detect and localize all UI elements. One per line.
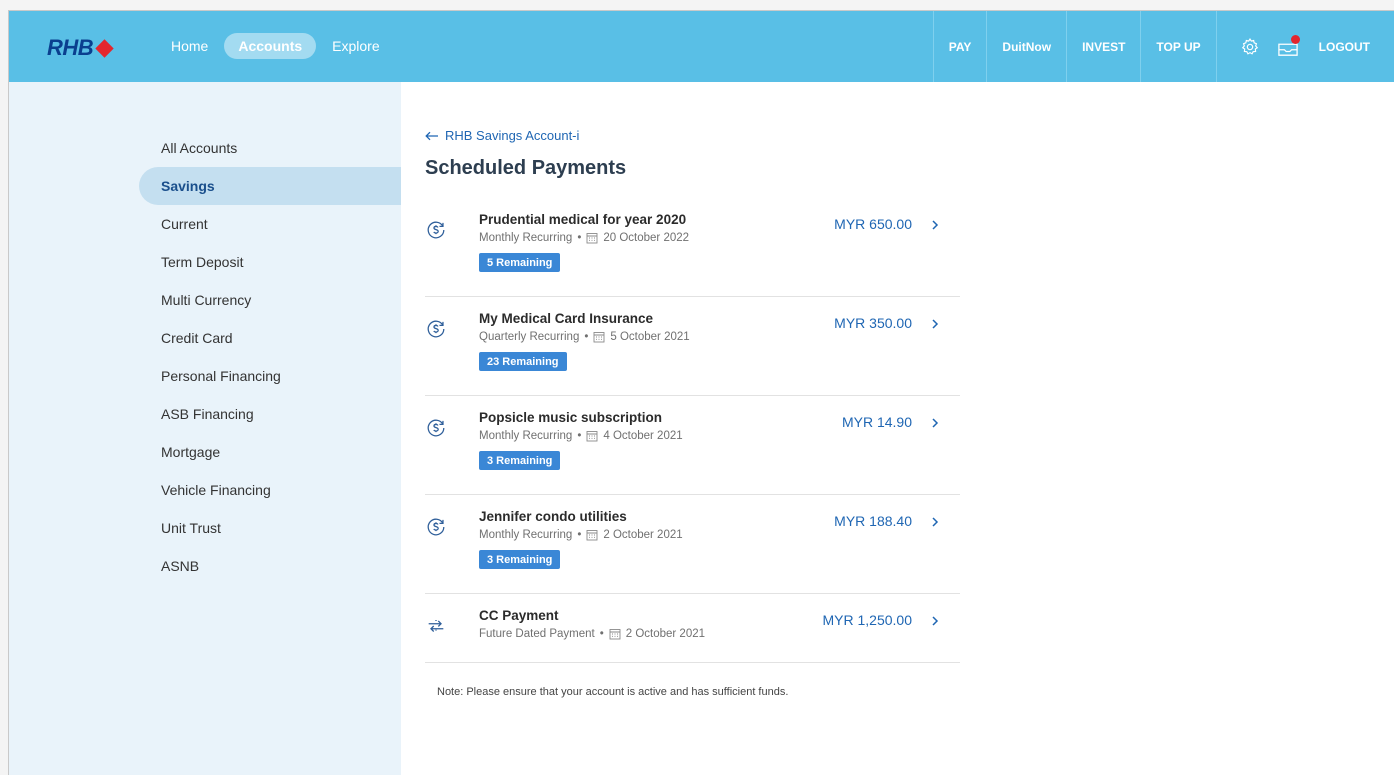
payment-amount: MYR 1,250.00 bbox=[822, 612, 913, 628]
main-nav: Home Accounts Explore bbox=[161, 33, 390, 59]
scheduled-payments-list: Prudential medical for year 2020 Monthly… bbox=[425, 198, 960, 663]
payment-title: Popsicle music subscription bbox=[479, 410, 663, 425]
sidebar-item-multi-currency[interactable]: Multi Currency bbox=[139, 281, 401, 319]
invest-button[interactable]: INVEST bbox=[1066, 11, 1140, 82]
payment-row[interactable]: My Medical Card Insurance Quarterly Recu… bbox=[425, 297, 960, 396]
payment-row[interactable]: Popsicle music subscription Monthly Recu… bbox=[425, 396, 960, 495]
sidebar-item-unit-trust[interactable]: Unit Trust bbox=[139, 509, 401, 547]
page-title: Scheduled Payments bbox=[425, 157, 627, 179]
transfer-icon bbox=[428, 620, 444, 632]
payment-date: 5 October 2021 bbox=[610, 331, 690, 343]
payment-date: 4 October 2021 bbox=[603, 430, 683, 442]
inbox-notification-icon[interactable] bbox=[1277, 34, 1300, 58]
payment-date: 2 October 2021 bbox=[603, 529, 683, 541]
payment-date: 20 October 2022 bbox=[603, 232, 690, 244]
top-up-button[interactable]: TOP UP bbox=[1140, 11, 1215, 82]
payment-title: Jennifer condo utilities bbox=[479, 509, 627, 524]
payment-title: CC Payment bbox=[479, 608, 559, 623]
accounts-sidebar: All Accounts Savings Current Term Deposi… bbox=[9, 82, 401, 775]
calendar-icon bbox=[586, 233, 598, 244]
sidebar-item-personal-financing[interactable]: Personal Financing bbox=[139, 357, 401, 395]
duitnow-button[interactable]: DuitNow bbox=[986, 11, 1066, 82]
sidebar-item-asnb[interactable]: ASNB bbox=[139, 547, 401, 585]
main-content: RHB Savings Account-i Scheduled Payments… bbox=[401, 82, 1394, 775]
settings-gear-icon[interactable] bbox=[1239, 36, 1261, 58]
meta-separator: • bbox=[577, 430, 582, 442]
nav-home[interactable]: Home bbox=[161, 33, 218, 59]
recurring-dollar-icon bbox=[427, 221, 445, 239]
meta-separator: • bbox=[577, 529, 582, 541]
sidebar-item-mortgage[interactable]: Mortgage bbox=[139, 433, 401, 471]
payment-frequency: Future Dated Payment bbox=[479, 628, 595, 640]
payment-row[interactable]: Jennifer condo utilities Monthly Recurri… bbox=[425, 495, 960, 594]
payment-meta: Future Dated Payment • 2 October 2021 bbox=[479, 628, 705, 640]
pay-button[interactable]: PAY bbox=[932, 11, 987, 82]
payment-meta: Monthly Recurring • 4 October 2021 bbox=[479, 430, 683, 442]
funds-note: Note: Please ensure that your account is… bbox=[437, 686, 789, 698]
nav-actions: PAY DuitNow INVEST TOP UP LOGOUT bbox=[932, 11, 1394, 82]
payment-meta: Monthly Recurring • 20 October 2022 bbox=[479, 232, 689, 244]
payment-row[interactable]: CC Payment Future Dated Payment • 2 Octo… bbox=[425, 594, 960, 663]
app-frame: RHB Home Accounts Explore PAY DuitNow IN… bbox=[8, 10, 1394, 775]
logo-text: RHB bbox=[47, 35, 94, 60]
payment-amount: MYR 650.00 bbox=[834, 216, 912, 232]
utility-icons bbox=[1215, 11, 1319, 82]
recurring-dollar-icon bbox=[427, 419, 445, 437]
sidebar-item-asb-financing[interactable]: ASB Financing bbox=[139, 395, 401, 433]
meta-separator: • bbox=[599, 628, 604, 640]
payment-date: 2 October 2021 bbox=[625, 628, 706, 640]
chevron-right-icon[interactable] bbox=[928, 414, 942, 432]
sidebar-item-savings[interactable]: Savings bbox=[139, 167, 401, 205]
top-navigation-bar: RHB Home Accounts Explore PAY DuitNow IN… bbox=[9, 11, 1394, 82]
logo-diamond-icon bbox=[95, 38, 114, 58]
calendar-icon bbox=[586, 530, 598, 541]
calendar-icon bbox=[593, 332, 605, 343]
payment-amount: MYR 188.40 bbox=[834, 513, 912, 529]
chevron-right-icon[interactable] bbox=[928, 513, 942, 531]
remaining-badge: 3 Remaining bbox=[479, 550, 561, 569]
back-link[interactable]: RHB Savings Account-i bbox=[425, 128, 579, 143]
nav-accounts[interactable]: Accounts bbox=[224, 33, 317, 59]
logout-button[interactable]: LOGOUT bbox=[1319, 11, 1394, 82]
back-link-label: RHB Savings Account-i bbox=[445, 128, 580, 143]
remaining-badge: 23 Remaining bbox=[479, 352, 567, 371]
payment-row[interactable]: Prudential medical for year 2020 Monthly… bbox=[425, 198, 960, 297]
sidebar-item-credit-card[interactable]: Credit Card bbox=[139, 319, 401, 357]
chevron-right-icon[interactable] bbox=[928, 612, 942, 630]
chevron-right-icon[interactable] bbox=[928, 216, 942, 234]
payment-title: My Medical Card Insurance bbox=[479, 311, 654, 326]
payment-frequency: Monthly Recurring bbox=[479, 232, 573, 244]
nav-explore[interactable]: Explore bbox=[322, 33, 389, 59]
payment-amount: MYR 350.00 bbox=[834, 315, 912, 331]
sidebar-item-all-accounts[interactable]: All Accounts bbox=[139, 129, 401, 167]
meta-separator: • bbox=[584, 331, 589, 343]
payment-meta: Monthly Recurring • 2 October 2021 bbox=[479, 529, 683, 541]
sidebar-list: All Accounts Savings Current Term Deposi… bbox=[139, 129, 401, 585]
sidebar-item-current[interactable]: Current bbox=[139, 205, 401, 243]
payment-title: Prudential medical for year 2020 bbox=[479, 212, 687, 227]
back-arrow-icon bbox=[425, 131, 438, 140]
calendar-icon bbox=[609, 629, 621, 640]
meta-separator: • bbox=[577, 232, 582, 244]
recurring-dollar-icon bbox=[427, 320, 445, 338]
recurring-dollar-icon bbox=[427, 518, 445, 536]
payment-frequency: Monthly Recurring bbox=[479, 529, 573, 541]
chevron-right-icon[interactable] bbox=[928, 315, 942, 333]
payment-frequency: Monthly Recurring bbox=[479, 430, 573, 442]
remaining-badge: 3 Remaining bbox=[479, 451, 561, 470]
payment-meta: Quarterly Recurring • 5 October 2021 bbox=[479, 331, 690, 343]
payment-amount: MYR 14.90 bbox=[841, 414, 912, 430]
sidebar-item-vehicle-financing[interactable]: Vehicle Financing bbox=[139, 471, 401, 509]
payment-frequency: Quarterly Recurring bbox=[479, 331, 580, 343]
sidebar-item-term-deposit[interactable]: Term Deposit bbox=[139, 243, 401, 281]
notification-dot bbox=[1290, 34, 1300, 44]
rhb-logo[interactable]: RHB bbox=[47, 35, 114, 61]
calendar-icon bbox=[586, 431, 598, 442]
remaining-badge: 5 Remaining bbox=[479, 253, 561, 272]
